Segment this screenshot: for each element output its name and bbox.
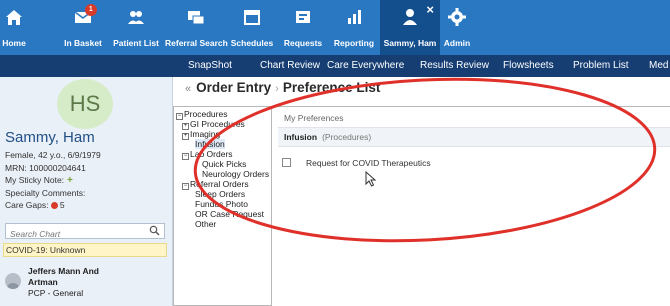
toolbar-admin-button[interactable]: Admin	[440, 0, 474, 55]
inbasket-badge: 1	[84, 4, 97, 16]
breadcrumb: « Order Entry › Preference List	[185, 80, 380, 95]
toolbar-reporting-button[interactable]: Reporting	[330, 0, 378, 55]
care-gaps-row[interactable]: Care Gaps: 5	[5, 200, 65, 210]
pcp-name-2[interactable]: Artman	[28, 277, 58, 287]
toolbar-patient-label: Sammy, Ham	[383, 38, 437, 48]
tab-flowsheets[interactable]: Flowsheets	[503, 55, 554, 77]
specialty-comments: Specialty Comments:	[5, 188, 86, 198]
care-gaps-count: 5	[59, 200, 65, 210]
home-icon	[6, 10, 22, 25]
tab-problem-list[interactable]: Problem List	[573, 55, 629, 77]
toolbar-schedules-label: Schedules	[230, 38, 274, 48]
pcp-role: PCP - General	[28, 288, 84, 298]
people-icon	[128, 11, 144, 24]
toolbar-requests-button[interactable]: Requests	[279, 0, 327, 55]
requests-icon	[296, 11, 310, 23]
patient-sidebar: HS Sammy, Ham Female, 42 y.o., 6/9/1979 …	[0, 77, 173, 306]
tree-item-fundus-photo[interactable]: Fundus Photo	[195, 199, 248, 209]
tab-results-review[interactable]: Results Review	[420, 55, 489, 77]
tree-item-sleep-orders[interactable]: Sleep Orders	[195, 189, 245, 199]
toolbar-patient-list-label: Patient List	[113, 38, 159, 48]
collapse-icon[interactable]: −	[182, 183, 189, 190]
breadcrumb-separator-icon: ›	[275, 83, 279, 95]
expand-icon[interactable]: +	[182, 133, 189, 140]
tab-meds[interactable]: Med	[649, 55, 668, 77]
my-preferences-header: My Preferences	[284, 113, 344, 123]
patient-avatar: HS	[57, 79, 113, 129]
breadcrumb-preference-list: Preference List	[282, 80, 381, 95]
top-toolbar: Home 1 In Basket Patient List Referral S…	[0, 0, 670, 55]
back-arrow-icon[interactable]: «	[185, 83, 191, 95]
toolbar-inbasket-label: In Basket	[64, 38, 102, 48]
close-patient-icon[interactable]: ×	[426, 2, 434, 17]
search-chart-input[interactable]	[6, 227, 144, 241]
toolbar-home-label: Home	[2, 38, 26, 48]
toolbar-admin-label: Admin	[443, 38, 471, 48]
collapse-icon[interactable]: −	[182, 153, 189, 160]
toolbar-schedules-button[interactable]: Schedules	[228, 0, 276, 55]
care-gaps-label: Care Gaps:	[5, 200, 49, 210]
tab-chart-review[interactable]: Chart Review	[260, 55, 320, 77]
sticky-note-label: My Sticky Note:	[5, 175, 65, 185]
tree-item-neurology-orders[interactable]: Neurology Orders	[202, 169, 269, 179]
tab-care-everywhere[interactable]: Care Everywhere	[327, 55, 404, 77]
breadcrumb-order-entry[interactable]: Order Entry	[196, 80, 271, 95]
pcp-name-1[interactable]: Jeffers Mann And	[28, 266, 99, 276]
preference-checkbox[interactable]	[282, 158, 291, 167]
care-gaps-alert-icon	[50, 202, 58, 210]
search-chart-box	[5, 223, 165, 241]
section-category: (Procedures)	[322, 132, 372, 142]
category-tree: − Procedures + GI Procedures + Imaging Infu…	[173, 106, 272, 306]
toolbar-reporting-label: Reporting	[333, 38, 375, 48]
chart-icon	[348, 10, 361, 24]
toolbar-referral-search-label: Referral Search	[165, 38, 228, 48]
gear-icon	[448, 8, 466, 26]
section-name: Infusion	[284, 132, 318, 142]
patient-mrn: MRN: 100000204641	[5, 163, 86, 173]
preference-label: Request for COVID Therapeutics	[306, 158, 431, 168]
toolbar-home-button[interactable]: Home	[0, 0, 28, 55]
toolbar-patient-list-button[interactable]: Patient List	[107, 0, 165, 55]
patient-name[interactable]: Sammy, Ham	[5, 129, 95, 146]
add-note-icon[interactable]: +	[67, 175, 73, 186]
sticky-note-row[interactable]: My Sticky Note: +	[5, 175, 73, 186]
toolbar-inbasket-button[interactable]: 1 In Basket	[60, 0, 106, 55]
activity-tabs-bar: SnapShot Chart Review Care Everywhere Re…	[0, 55, 670, 77]
tree-item-or-case-request[interactable]: OR Case Request	[195, 209, 264, 219]
toolbar-requests-label: Requests	[283, 38, 323, 48]
tab-snapshot[interactable]: SnapShot	[188, 55, 232, 77]
referral-icon	[188, 11, 205, 25]
tree-item-other[interactable]: Other	[195, 219, 216, 229]
toolbar-referral-search-button[interactable]: Referral Search	[165, 0, 228, 55]
tree-item-quick-picks[interactable]: Quick Picks	[202, 159, 246, 169]
calendar-icon	[244, 10, 260, 25]
preferences-pane: My Preferences Infusion (Procedures) Requ…	[272, 106, 670, 306]
section-header: Infusion (Procedures)	[278, 127, 670, 147]
pcp-avatar	[5, 273, 21, 289]
toolbar-patient-tab[interactable]: × Sammy, Ham	[380, 0, 440, 55]
covid-status: COVID-19: Unknown	[3, 243, 167, 257]
patient-demographics: Female, 42 y.o., 6/9/1979	[5, 150, 101, 160]
person-icon	[403, 9, 417, 25]
search-icon[interactable]	[149, 225, 160, 236]
tree-item-infusion[interactable]: Infusion	[195, 139, 225, 149]
